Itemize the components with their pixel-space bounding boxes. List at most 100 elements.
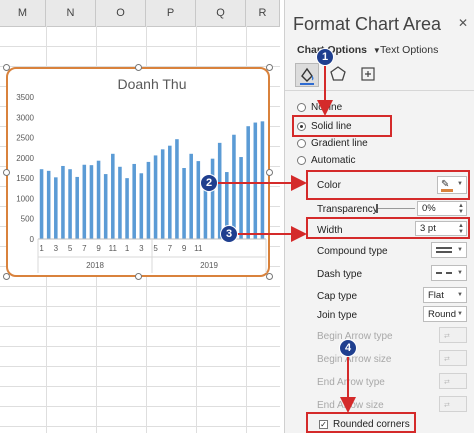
resize-handle-top-left[interactable] <box>3 64 10 71</box>
tab-text-options[interactable]: Text Options <box>380 44 438 56</box>
join-type-label: Join type <box>317 310 358 321</box>
chart-bar <box>96 160 101 239</box>
resize-handle-bottom[interactable] <box>135 273 142 280</box>
step-badge-4: 4 <box>340 340 356 356</box>
transparency-label: Transparency <box>317 204 378 215</box>
x-tick-label: 3 <box>139 244 144 253</box>
chart-bar <box>89 165 94 239</box>
column-header-r[interactable]: R <box>246 0 280 26</box>
compound-type-dropdown[interactable]: ▼ <box>431 242 467 258</box>
chart-bar <box>153 155 158 239</box>
fill-line-icon[interactable] <box>295 63 319 87</box>
chart-bar <box>260 121 265 239</box>
chart-bar <box>196 161 201 239</box>
no-line-radio[interactable] <box>297 103 306 112</box>
chevron-down-icon: ▼ <box>457 270 463 276</box>
highlight-width <box>306 217 470 239</box>
column-header-o[interactable]: O <box>96 0 146 26</box>
end-arrow-type-dropdown[interactable]: ⇄ <box>439 373 467 389</box>
resize-handle-left[interactable] <box>3 169 10 176</box>
transparency-input[interactable]: 0% ▲ ▼ <box>417 201 467 216</box>
highlight-color <box>306 170 470 200</box>
pentagon-effects-icon[interactable] <box>327 63 351 87</box>
column-chart: Doanh Thu05001000150020002500300035001 3 5… <box>16 76 267 273</box>
gradient-line-option[interactable]: Gradient line <box>297 138 368 149</box>
step-badge-2: 2 <box>201 175 217 191</box>
column-header-n[interactable]: N <box>46 0 96 26</box>
highlight-solid-line <box>292 115 392 137</box>
pane-title: Format Chart Area <box>293 14 442 34</box>
step-badge-1: 1 <box>317 49 333 65</box>
chart-bar <box>61 165 65 239</box>
column-header-p[interactable]: P <box>146 0 196 26</box>
chart-bar <box>118 166 122 239</box>
spreadsheet-area[interactable]: M N O P Q R Doanh Thu 0 500 1000 1500 2000 250… <box>0 0 280 433</box>
x-tick-label: 11 <box>109 244 118 253</box>
chart-bar <box>168 145 172 239</box>
y-tick-label: 0 <box>30 235 35 244</box>
resize-handle-top-right[interactable] <box>266 64 273 71</box>
x-tick-label: 9 <box>96 244 101 253</box>
step-badge-3: 3 <box>221 226 237 242</box>
cap-type-value: Flat <box>428 290 444 301</box>
close-icon[interactable]: ✕ <box>458 16 468 30</box>
spin-down-icon[interactable]: ▼ <box>458 209 464 215</box>
chart-bar <box>146 161 151 239</box>
dash-type-dropdown[interactable]: ▼ <box>431 265 467 281</box>
chart-bar <box>175 139 179 239</box>
chart-bar <box>68 169 72 239</box>
chevron-down-icon: ▼ <box>457 311 463 317</box>
begin-arrow-type-dropdown[interactable]: ⇄ <box>439 327 467 343</box>
end-arrow-size-dropdown[interactable]: ⇄ <box>439 396 467 412</box>
transparency-slider[interactable] <box>376 204 415 213</box>
y-tick-label: 1000 <box>16 194 34 203</box>
resize-handle-bottom-left[interactable] <box>3 273 10 280</box>
chart-bar <box>253 122 258 239</box>
size-properties-icon[interactable] <box>357 63 381 87</box>
resize-handle-right[interactable] <box>266 169 273 176</box>
column-header-m[interactable]: M <box>0 0 46 26</box>
y-tick-label: 2000 <box>16 154 34 163</box>
begin-arrow-size-label: Begin Arrow size <box>317 354 392 365</box>
y-tick-label: 3500 <box>16 93 34 102</box>
highlight-rounded-corners <box>306 412 416 433</box>
x-tick-label: 9 <box>182 244 187 253</box>
chevron-down-icon: ▼ <box>457 292 463 298</box>
pane-divider <box>285 90 474 91</box>
begin-arrow-size-dropdown[interactable]: ⇄ <box>439 350 467 366</box>
no-line-option[interactable]: No line <box>297 102 342 113</box>
cap-type-label: Cap type <box>317 291 358 302</box>
x-tick-label: 5 <box>68 244 73 253</box>
y-tick-label: 3000 <box>16 113 34 122</box>
automatic-option[interactable]: Automatic <box>297 155 355 166</box>
chart-bar <box>160 149 165 239</box>
chart-area[interactable]: Doanh Thu 0 500 1000 1500 2000 2500 3000 3500 1 3 5… <box>6 67 270 277</box>
y-tick-label: 500 <box>21 215 35 224</box>
gradient-line-label: Gradient line <box>311 138 368 149</box>
chart-bar <box>82 164 87 239</box>
y-tick-label: 2500 <box>16 134 34 143</box>
x-tick-label: 3 <box>54 244 59 253</box>
join-type-dropdown[interactable]: Round ▼ <box>423 306 467 322</box>
chart-bar <box>39 169 44 239</box>
chart-bar <box>46 170 51 239</box>
end-arrow-type-label: End Arrow type <box>317 377 385 388</box>
dash-line-icon <box>436 272 452 274</box>
x-tick-label: 7 <box>82 244 87 253</box>
gradient-line-radio[interactable] <box>297 139 306 148</box>
transparency-value: 0% <box>422 203 436 214</box>
chart-bar <box>246 126 250 239</box>
join-type-value: Round <box>428 309 456 320</box>
automatic-radio[interactable] <box>297 156 306 165</box>
no-line-label: No line <box>311 102 343 113</box>
column-header-q[interactable]: Q <box>196 0 246 26</box>
compound-line-icon <box>436 247 452 253</box>
x-tick-label: 11 <box>194 244 203 253</box>
x-tick-label: 7 <box>168 244 173 253</box>
end-arrow-size-label: End Arrow size <box>317 400 384 411</box>
tab-chart-options[interactable]: Chart Options ▼ <box>297 44 381 56</box>
resize-handle-bottom-right[interactable] <box>266 273 273 280</box>
resize-handle-top[interactable] <box>135 64 142 71</box>
chart-bar <box>125 178 129 239</box>
cap-type-dropdown[interactable]: Flat ▼ <box>423 287 467 303</box>
